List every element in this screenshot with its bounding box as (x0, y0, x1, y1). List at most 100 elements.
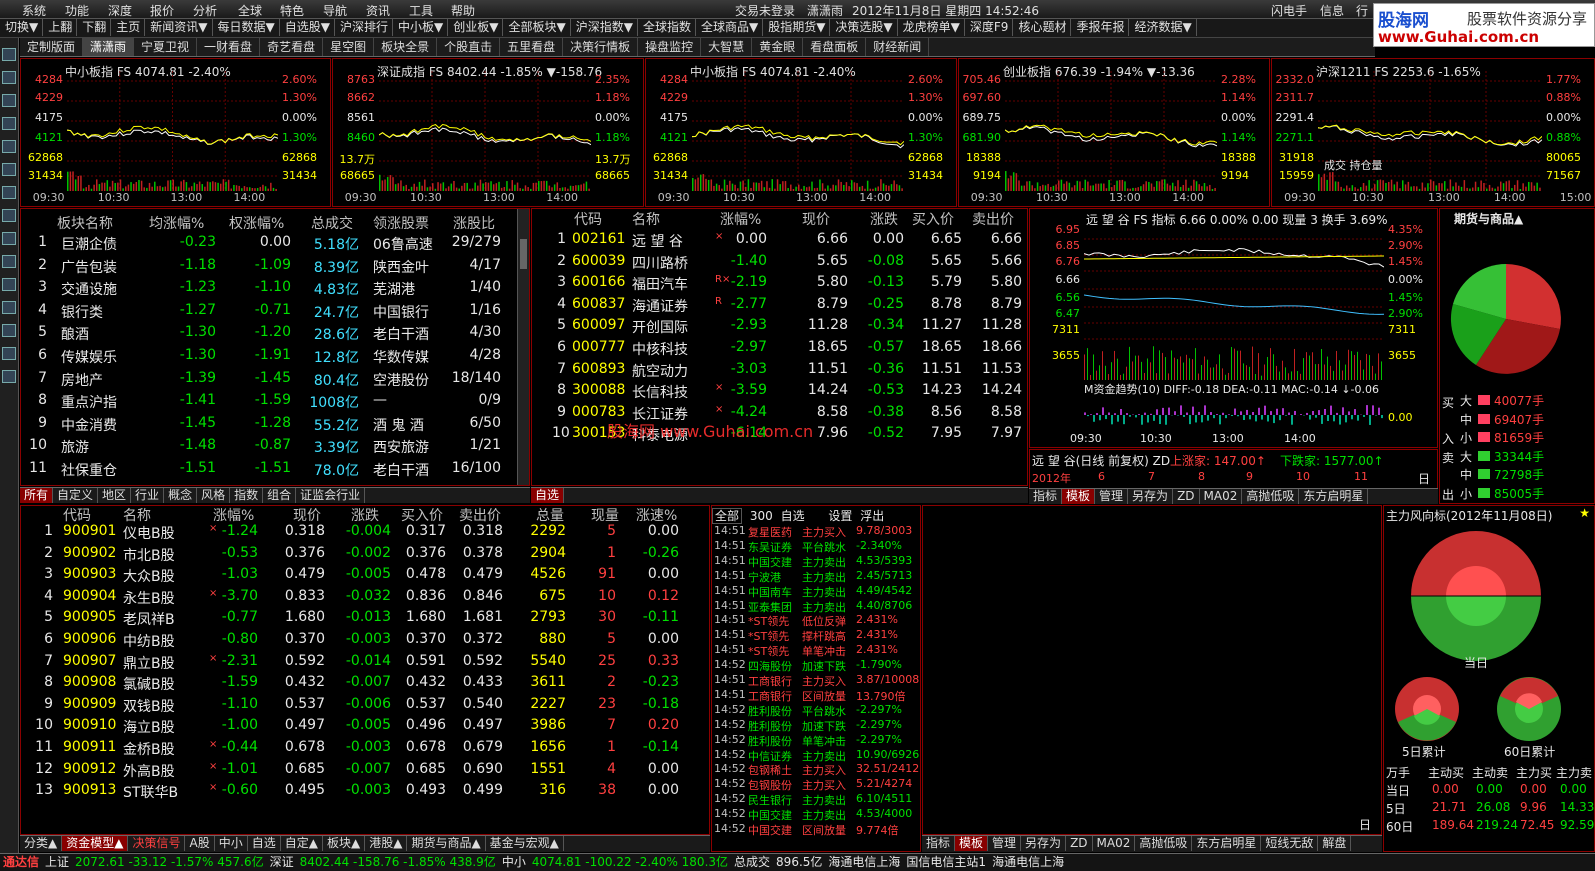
trade-icon[interactable] (2, 209, 16, 222)
indicator-tab-2[interactable]: 解盘 (1318, 836, 1352, 851)
sector-tab[interactable]: 概念 (164, 488, 198, 503)
signal-row[interactable]: 14:52 胜利股份 平台跳水 -2.297% (714, 703, 919, 718)
tab-6[interactable]: 板块全景 (374, 38, 438, 56)
signal-row[interactable]: 14:52 胜利股份 单笔冲击 -2.297% (714, 733, 919, 748)
signal-row[interactable]: 14:51 工商银行 区间放量 13.790倍 (714, 688, 919, 703)
toolbar-item[interactable]: 全球指数 (639, 19, 696, 36)
signal-row[interactable]: 14:51 亚泰集团 主力卖出 4.40/8706 (714, 599, 919, 614)
bshare-col-header[interactable]: 卖出价 (459, 506, 501, 525)
menu-6[interactable]: 特色 (280, 2, 304, 19)
sector-tab[interactable]: 行业 (131, 488, 165, 503)
bshare-row[interactable]: 4 900904 永生B股 × -3.70 0.833 -0.032 0.836 0.846 67… (21, 588, 709, 610)
list-icon[interactable] (2, 71, 16, 84)
home-icon[interactable] (2, 48, 16, 61)
sector-row[interactable]: 7 房地产 -1.39 -1.45 80.4亿 空港股份 18/140 (21, 370, 529, 392)
news-icon[interactable] (2, 186, 16, 199)
mini-chart-0[interactable]: 中小板指 FS 4074.81 -2.40% 4284 4229 4175 4121 62… (20, 58, 331, 207)
menu-1[interactable]: 功能 (65, 2, 89, 19)
stock-intraday-chart[interactable] (1084, 225, 1384, 431)
watch-row[interactable]: 8 300088 长信科技 × -3.59 14.24 -0.53 14.23 14.24 (532, 382, 1027, 404)
indicator-tab-2[interactable]: 高抛低吸 (1135, 836, 1193, 851)
watch-col-header[interactable]: 涨跌 (870, 209, 898, 229)
mini-chart-1[interactable]: 深证成指 FS 8402.44 -1.85% ▼-158.76 8763 8662 8… (332, 58, 644, 207)
menu-3[interactable]: 报价 (150, 2, 174, 19)
tab-watchlist[interactable]: 自选 (531, 488, 565, 503)
menu-10[interactable]: 帮助 (451, 2, 475, 19)
sector-row[interactable]: 9 中金消费 -1.45 -1.28 55.2亿酒 鬼 酒 6/50 (21, 415, 529, 437)
tab-7[interactable]: 个股直击 (437, 38, 501, 56)
indicator-tab[interactable]: 东方启明星 (1299, 489, 1369, 504)
category-tab[interactable]: 分类▲ (20, 836, 63, 851)
sector-tab[interactable]: 风格 (197, 488, 231, 503)
bshare-col-header[interactable]: 现价 (293, 506, 321, 525)
sector-row[interactable]: 8 重点沪指 -1.41 -1.59 1008亿 — 0/9 (21, 392, 529, 414)
watch-row[interactable]: 6 000777 中核科技 -2.97 18.65 -0.57 18.65 18.66 (532, 339, 1027, 361)
bshare-row[interactable]: 5 900905 老凤祥B -0.77 1.680 -0.013 1.680 1.681 279… (21, 609, 709, 631)
toolbar-item[interactable]: 深度F9 (966, 19, 1014, 36)
sector-tab[interactable]: 指数 (230, 488, 264, 503)
toolbar-item[interactable]: 季报年报 (1072, 19, 1130, 36)
tab-3[interactable]: 一财看盘 (197, 38, 261, 56)
bshare-row[interactable]: 6 900906 中纺B股 -0.80 0.370 -0.003 0.370 0.372 880… (21, 631, 709, 653)
watch-col-header[interactable]: 现价 (802, 209, 830, 229)
watch-row[interactable]: 2 600039 四川路桥 -1.40 5.65 -0.08 5.65 5.66 (532, 253, 1027, 275)
menu-5[interactable]: 全球 (238, 2, 262, 19)
menu-flash[interactable]: 闪电手 (1271, 2, 1307, 19)
sector-row[interactable]: 5 酿酒 -1.30 -1.20 28.6亿 老白干酒 4/30 (21, 324, 529, 346)
toolbar-item[interactable]: 下翻 (78, 19, 112, 36)
signal-row[interactable]: 14:52 胜利股份 加速下跌 -2.297% (714, 718, 919, 733)
signal-row[interactable]: 14:52 四海股份 加速下跌 -1.790% (714, 658, 919, 673)
category-tab[interactable]: 决策信号 (128, 836, 186, 851)
watch-row[interactable]: 4 600837 海通证券 R -2.77 8.79 -0.25 8.78 8.79 (532, 296, 1027, 318)
indicator-tab-2[interactable]: 指标 (922, 836, 956, 851)
sector-row[interactable]: 2 广告包装 -1.18 -1.09 8.39亿 陕西金叶 4/17 (21, 257, 529, 279)
toolbar-item[interactable]: 上翻 (44, 19, 78, 36)
map-icon[interactable] (2, 255, 16, 268)
tab-0[interactable]: 定制版面 (20, 38, 84, 56)
watch-col-header[interactable]: 卖出价 (972, 209, 1014, 229)
toolbar-item[interactable]: 沪深指数▼ (572, 19, 638, 36)
indicator-tab-2[interactable]: 管理 (988, 836, 1022, 851)
bshare-row[interactable]: 11 900911 金桥B股 × -0.44 0.678 -0.003 0.678 0.679 1… (21, 739, 709, 761)
category-tab[interactable]: A股 (185, 836, 215, 851)
sector-col-header[interactable]: 权涨幅% (229, 213, 284, 233)
watch-col-header[interactable]: 名称 (632, 209, 660, 229)
signal-tab-300[interactable]: 300 (750, 509, 773, 523)
sector-row[interactable]: 1 巨潮企债 -0.23 0.00 5.18亿 06鲁高速 29/279 (21, 234, 529, 256)
watch-row[interactable]: 3 600166 福田汽车 R× -2.19 5.80 -0.13 5.79 5.80 (532, 274, 1027, 296)
signal-row[interactable]: 14:51 宁波港 主力卖出 2.45/5713 (714, 569, 919, 584)
bshare-row[interactable]: 3 900903 大众B股 -1.03 0.479 -0.005 0.478 0.479 452… (21, 566, 709, 588)
signal-tab-all[interactable]: 全部 (712, 508, 743, 524)
toolbar-item[interactable]: 每日数据▼ (214, 19, 280, 36)
kline-icon[interactable] (2, 117, 16, 130)
tab-12[interactable]: 黄金眼 (752, 38, 804, 56)
bshare-row[interactable]: 9 900909 双钱B股 -1.10 0.537 -0.006 0.537 0.540 222… (21, 696, 709, 718)
sector-row[interactable]: 3 交通设施 -1.23 -1.10 4.83亿 芜湖港 1/40 (21, 279, 529, 301)
bshare-col-header[interactable]: 涨幅% (213, 506, 254, 525)
watch-col-header[interactable]: 涨幅% (720, 209, 761, 229)
sector-col-header[interactable]: 总成交 (311, 213, 353, 233)
toolbar-item[interactable]: 经济数据▼ (1130, 19, 1197, 36)
bshare-row[interactable]: 7 900907 鼎立B股 × -2.31 0.592 -0.014 0.591 0.592 55… (21, 653, 709, 675)
exit-icon[interactable] (2, 370, 16, 383)
tab-4[interactable]: 奇艺看盘 (260, 38, 324, 56)
toolbar-item[interactable]: 全球商品▼ (697, 19, 764, 36)
bshare-row[interactable]: 1 900901 仪电B股 × -1.24 0.318 -0.004 0.317 0.318 22… (21, 523, 709, 545)
bshare-col-header[interactable]: 总量 (536, 506, 564, 525)
sector-row[interactable]: 4 银行类 -1.27 -0.71 24.7亿 中国银行 1/16 (21, 302, 529, 324)
bshare-row[interactable]: 2 900902 市北B股 -0.53 0.376 -0.002 0.376 0.378 290… (21, 545, 709, 567)
menu-9[interactable]: 工具 (409, 2, 433, 19)
category-tab[interactable]: 板块▲ (323, 836, 366, 851)
indicator-tab[interactable]: 模板 (1062, 489, 1096, 504)
signal-row[interactable]: 14:51 *ST领先 单笔冲击 2.431% (714, 643, 919, 658)
menu-trade[interactable]: 行 (1356, 2, 1368, 19)
bshare-row[interactable]: 13 900913 ST联华B × -0.60 0.495 -0.003 0.493 0.499… (21, 782, 709, 804)
signal-row[interactable]: 14:51 *ST领先 低位反弹 2.431% (714, 613, 919, 628)
bshare-col-header[interactable]: 涨速% (636, 506, 677, 525)
signal-row[interactable]: 14:51 复星医药 主力买入 9.78/3003 (714, 524, 919, 539)
tab-8[interactable]: 五里看盘 (500, 38, 564, 56)
indicator-tab[interactable]: 高抛低吸 (1242, 489, 1300, 504)
mini-chart-4[interactable]: 沪深1211 FS 2253.6 -1.65% 2332.0 2311.7 2291.… (1271, 58, 1595, 207)
sector-col-header[interactable]: 涨股比 (453, 213, 495, 233)
signal-tab-watch[interactable]: 自选 (781, 509, 805, 523)
